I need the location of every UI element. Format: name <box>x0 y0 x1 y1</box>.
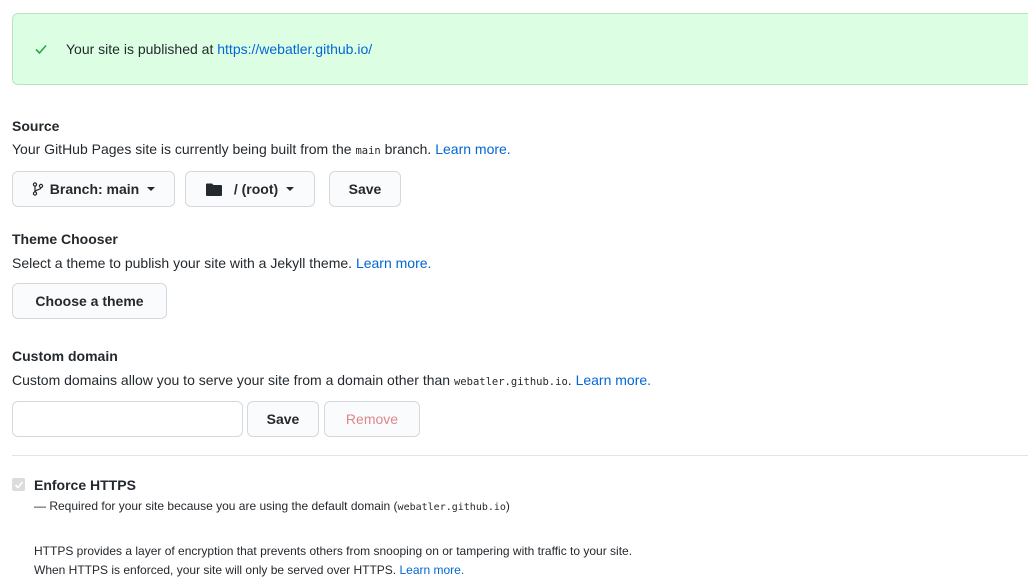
source-title: Source <box>12 118 60 134</box>
git-branch-icon <box>32 182 44 196</box>
enforce-https-label: Enforce HTTPS <box>34 477 136 493</box>
custom-domain-save-button[interactable]: Save <box>247 401 319 437</box>
https-learn-more-link[interactable]: Learn more. <box>399 563 464 577</box>
source-description: Your GitHub Pages site is currently bein… <box>12 141 511 157</box>
custom-domain-learn-more-link[interactable]: Learn more. <box>576 372 651 388</box>
custom-domain-title: Custom domain <box>12 348 118 364</box>
section-divider <box>12 455 1028 456</box>
choose-theme-button[interactable]: Choose a theme <box>12 283 167 319</box>
folder-select-button[interactable]: / (root) <box>185 171 315 207</box>
custom-domain-remove-button[interactable]: Remove <box>324 401 420 437</box>
branch-code: main <box>355 145 381 157</box>
branch-select-button[interactable]: Branch: main <box>12 171 175 207</box>
site-url-link[interactable]: https://webatler.github.io/ <box>217 41 372 57</box>
check-icon <box>34 42 48 56</box>
custom-domain-input[interactable] <box>12 401 243 437</box>
https-info-line-1: HTTPS provides a layer of encryption tha… <box>34 544 633 558</box>
https-info-line-2: When HTTPS is enforced, your site will o… <box>34 563 465 577</box>
https-domain-code: webatler.github.io <box>397 502 506 513</box>
published-flash: Your site is published at https://webatl… <box>12 13 1028 85</box>
enforce-https-checkbox[interactable] <box>12 478 25 491</box>
enforce-https-note: — Required for your site because you are… <box>34 499 510 513</box>
source-learn-more-link[interactable]: Learn more. <box>435 141 510 157</box>
folder-icon <box>205 183 222 196</box>
source-save-button[interactable]: Save <box>329 171 401 207</box>
theme-description: Select a theme to publish your site with… <box>12 255 432 271</box>
flash-message: Your site is published at https://webatl… <box>66 41 373 57</box>
default-domain-code: webatler.github.io <box>453 376 568 388</box>
custom-domain-description: Custom domains allow you to serve your s… <box>12 372 652 388</box>
theme-chooser-title: Theme Chooser <box>12 231 118 247</box>
theme-learn-more-link[interactable]: Learn more. <box>356 255 431 271</box>
caret-down-icon <box>147 187 156 191</box>
checkmark-icon <box>14 480 23 489</box>
caret-down-icon <box>286 187 295 191</box>
